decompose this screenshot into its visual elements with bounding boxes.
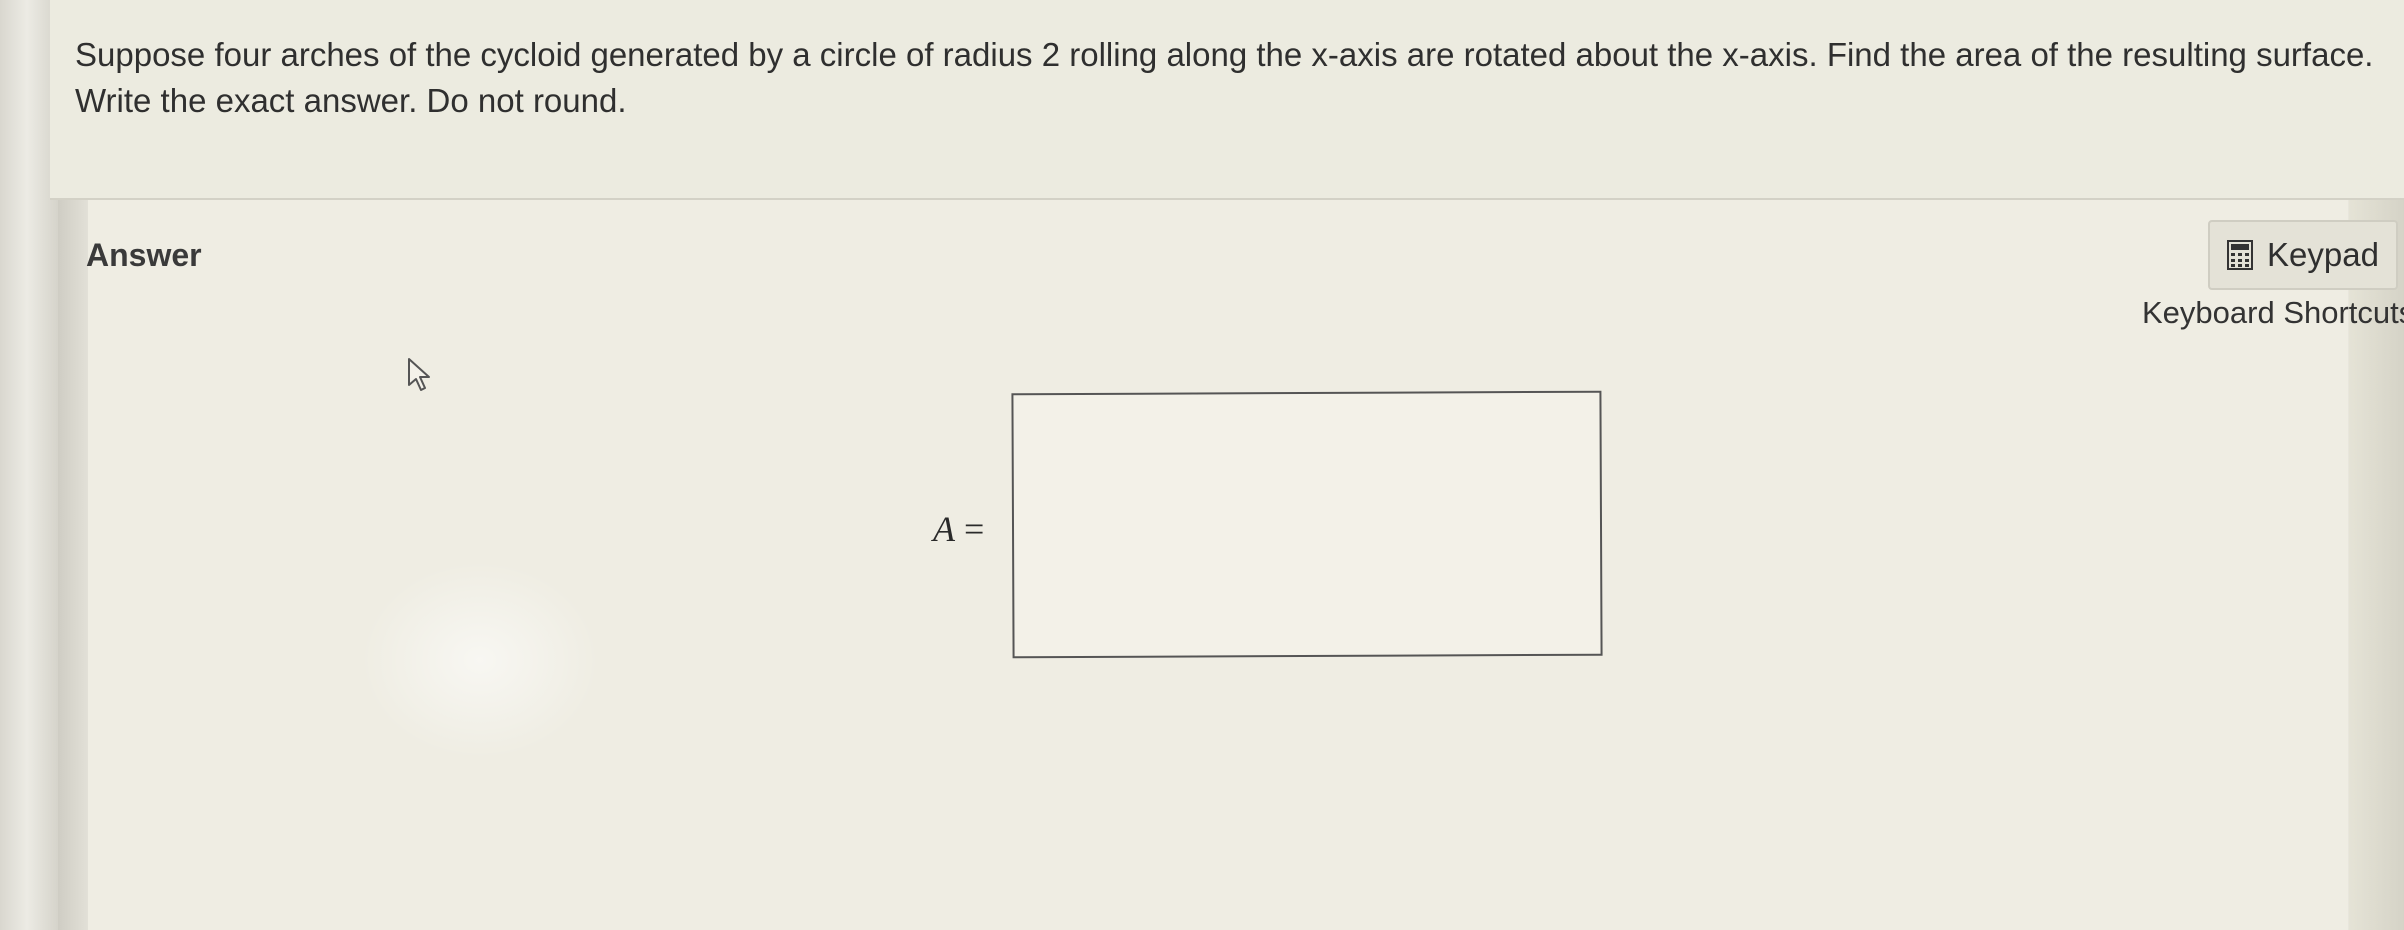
equation-sign: = (964, 509, 985, 549)
keypad-button[interactable]: Keypad (2208, 220, 2398, 290)
cursor-icon (408, 358, 430, 391)
answer-label: Answer (86, 237, 202, 273)
keyboard-shortcuts-link[interactable]: Keyboard Shortcuts (2142, 295, 2404, 331)
calculator-icon (2227, 240, 2254, 270)
question-panel: Suppose four arches of the cycloid gener… (50, 0, 2404, 200)
keypad-label: Keypad (2267, 236, 2379, 273)
equation-label: A = (933, 508, 984, 550)
equation-variable: A (933, 509, 955, 549)
screen-glare (360, 560, 600, 760)
question-text: Suppose four arches of the cycloid gener… (75, 36, 2374, 119)
answer-input[interactable] (1011, 390, 1603, 659)
